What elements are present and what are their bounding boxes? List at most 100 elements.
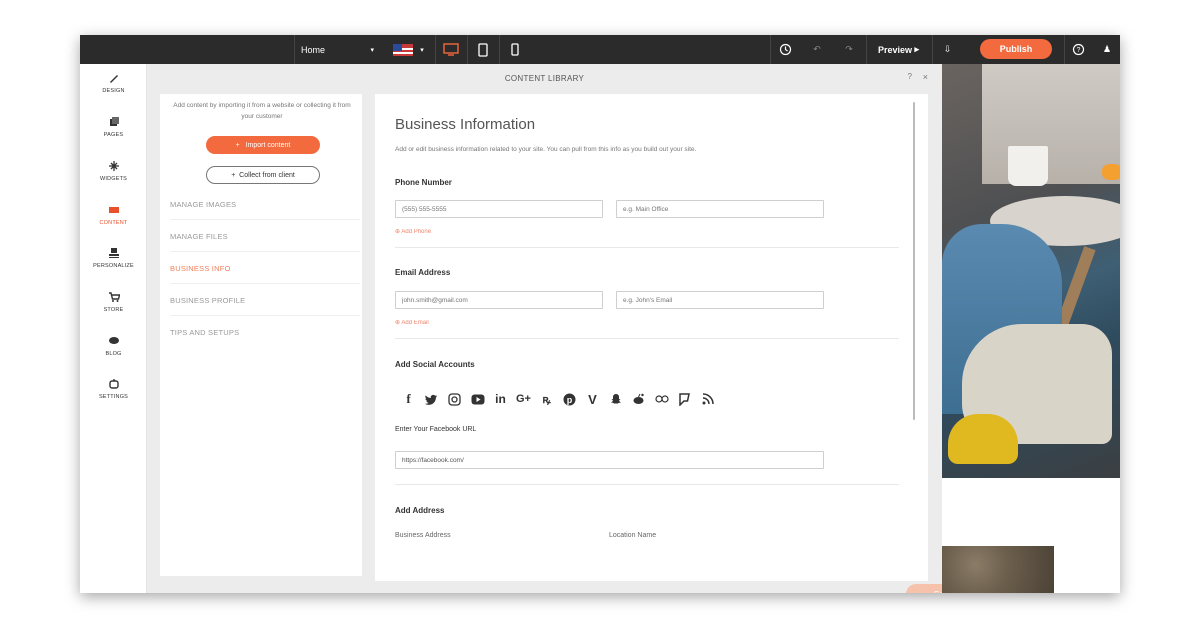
page-select-value: Home	[301, 44, 326, 55]
phone-label-field[interactable]	[616, 200, 824, 218]
social-icons-row: f in G+ ꝶ p V	[399, 390, 717, 408]
thumbnail-photo[interactable]	[942, 546, 1054, 593]
plus-icon: +	[231, 171, 236, 179]
hero-photo[interactable]	[942, 64, 1120, 478]
nav-item-blog[interactable]: BLOG	[80, 335, 147, 357]
sidebar-item-business-info[interactable]: BUSINESS INFO	[170, 264, 360, 284]
panel-help-button[interactable]: ?	[908, 72, 912, 81]
instagram-icon[interactable]	[445, 390, 464, 408]
vimeo-icon[interactable]: V	[583, 390, 602, 408]
rss-icon[interactable]	[698, 390, 717, 408]
plus-icon: +	[235, 141, 240, 149]
tripadvisor-icon[interactable]	[652, 390, 671, 408]
nav-item-pages[interactable]: PAGES	[80, 116, 147, 138]
undo-icon: ↶	[813, 44, 821, 54]
download-icon: ⇩	[943, 44, 952, 54]
publish-options-button[interactable]: ⇩	[932, 35, 962, 64]
user-icon: ♟	[1102, 44, 1112, 54]
help-button[interactable]: ?	[1064, 35, 1092, 64]
history-icon	[779, 43, 792, 56]
content-library-panel: CONTENT LIBRARY ? × Add content by impor…	[147, 64, 980, 593]
email-label-field[interactable]	[616, 291, 824, 309]
sidebar-intro: Add content by importing it from a websi…	[173, 102, 351, 120]
youtube-icon[interactable]	[468, 390, 487, 408]
panel-close-button[interactable]: ×	[923, 72, 928, 82]
help-icon: ?	[1072, 43, 1085, 56]
sidebar-item-business-profile[interactable]: BUSINESS PROFILE	[170, 296, 360, 316]
email-section-label: Email Address	[395, 268, 451, 277]
sidebar-item-manage-files[interactable]: MANAGE FILES	[170, 232, 360, 252]
cart-icon	[108, 292, 120, 302]
nav-label: STORE	[103, 307, 124, 313]
yelp-icon[interactable]: ꝶ	[537, 390, 556, 408]
nav-item-settings[interactable]: SETTINGS	[80, 378, 147, 400]
preview-icon: ▸	[914, 44, 920, 54]
nav-item-personalize[interactable]: PERSONALIZE	[80, 247, 147, 269]
tablet-view-button[interactable]	[467, 35, 497, 64]
page-select-dropdown[interactable]: Home ▾	[294, 35, 380, 64]
nav-label: SETTINGS	[98, 394, 129, 400]
location-name-label: Location Name	[609, 532, 657, 539]
twitter-icon[interactable]	[422, 390, 441, 408]
scrollbar[interactable]	[913, 102, 915, 420]
nav-label: WIDGETS	[99, 176, 128, 182]
nav-item-design[interactable]: DESIGN	[80, 72, 147, 94]
top-toolbar: Home ▾ ▾ ↶ ↷ Preview ▸ ⇩ Publish ? ♟	[80, 35, 1120, 64]
facebook-url-field[interactable]	[395, 451, 824, 469]
phone-section-label: Phone Number	[395, 178, 452, 187]
widgets-icon	[108, 161, 119, 171]
import-content-button[interactable]: + Import content	[206, 136, 320, 154]
content-sidebar: Add content by importing it from a websi…	[160, 94, 362, 576]
snapchat-icon[interactable]	[606, 390, 625, 408]
reddit-icon[interactable]	[629, 390, 648, 408]
nav-label: DESIGN	[102, 88, 125, 94]
publish-button[interactable]: Publish	[980, 39, 1052, 59]
nav-label: PAGES	[103, 132, 124, 138]
nav-item-widgets[interactable]: WIDGETS	[80, 160, 147, 182]
us-flag-icon	[393, 43, 413, 56]
linkedin-icon[interactable]: in	[491, 390, 510, 408]
pages-icon	[109, 117, 119, 126]
nav-item-content[interactable]: CONTENT	[80, 204, 147, 226]
desktop-view-button[interactable]	[435, 35, 465, 64]
google-plus-icon[interactable]: G+	[514, 390, 533, 408]
business-info-card: Business Information Add or edit busines…	[375, 94, 928, 581]
pinterest-icon[interactable]: p	[560, 390, 579, 408]
business-address-label: Business Address	[395, 532, 451, 539]
facebook-icon[interactable]: f	[399, 390, 418, 408]
panel-title: CONTENT LIBRARY	[504, 74, 585, 83]
user-menu-button[interactable]: ♟	[1094, 35, 1120, 64]
divider	[395, 247, 899, 248]
redo-button[interactable]: ↷	[834, 35, 864, 64]
address-section-label: Add Address	[395, 506, 445, 515]
blog-icon	[108, 337, 119, 344]
history-button[interactable]	[770, 35, 800, 64]
mobile-view-button[interactable]	[499, 35, 529, 64]
email-field[interactable]	[395, 291, 603, 309]
foursquare-icon[interactable]	[675, 390, 694, 408]
svg-text:?: ?	[1077, 47, 1081, 54]
preview-button[interactable]: Preview ▸	[866, 35, 930, 64]
add-email-label: Add Email	[401, 320, 429, 326]
nav-label: PERSONALIZE	[93, 263, 134, 269]
sidebar-item-manage-images[interactable]: MANAGE IMAGES	[170, 200, 360, 220]
mobile-icon	[510, 43, 519, 56]
phone-field[interactable]	[395, 200, 603, 218]
add-email-link[interactable]: ⊕ Add Email	[395, 319, 429, 326]
language-flag[interactable]	[388, 35, 418, 64]
social-section-label: Add Social Accounts	[395, 360, 475, 369]
chevron-down-icon: ▾	[370, 46, 374, 54]
collect-from-client-button[interactable]: + Collect from client	[206, 166, 320, 184]
nav-item-store[interactable]: STORE	[80, 291, 147, 313]
photo-window	[982, 64, 1120, 184]
nav-label: BLOG	[105, 351, 122, 357]
tablet-icon	[477, 42, 488, 57]
photo-shoe	[948, 414, 1018, 464]
photo-fruit	[1102, 164, 1120, 180]
undo-button[interactable]: ↶	[802, 35, 832, 64]
sidebar-item-tips[interactable]: TIPS AND SETUPS	[170, 328, 360, 347]
add-phone-link[interactable]: ⊕ Add Phone	[395, 228, 431, 235]
preview-label: Preview	[877, 44, 912, 55]
language-chevron-down-icon[interactable]: ▾	[416, 35, 428, 64]
left-nav: DESIGN PAGES WIDGETS CONTENT PERSONALIZE…	[80, 64, 147, 593]
